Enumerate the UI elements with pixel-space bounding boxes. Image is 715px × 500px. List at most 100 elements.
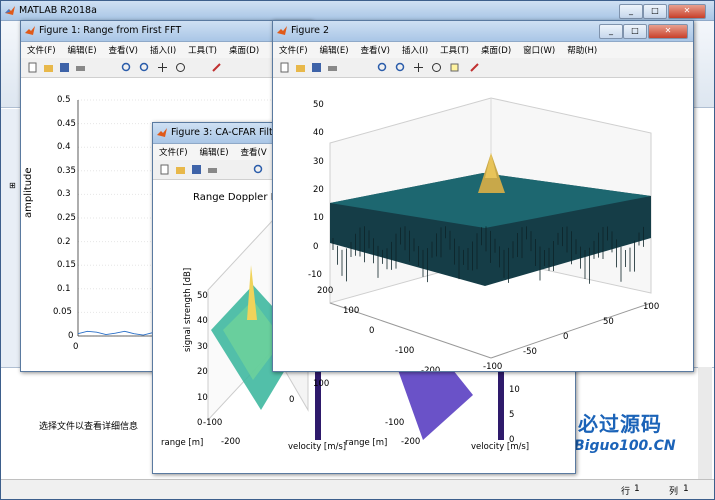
figure3-ytick: -200 (221, 437, 241, 447)
open-folder-icon[interactable] (43, 62, 54, 73)
figure2-minimize-button[interactable]: _ (599, 24, 623, 39)
figure2-ztick: 10 (313, 213, 324, 224)
figure2-close-button[interactable]: ✕ (648, 24, 688, 39)
figure3-ztick: 30 (197, 341, 208, 352)
new-file-icon[interactable] (27, 62, 38, 73)
close-button[interactable]: ✕ (668, 4, 706, 19)
figure2-toolbar (273, 59, 693, 78)
figure2-plot-area: -10 0 10 20 30 40 50 200 100 0 -100 -200 -100 -50 0 5… (273, 78, 693, 371)
new-file-icon[interactable] (159, 164, 170, 175)
figure1-ytick: 0.3 (57, 189, 71, 200)
figure1-title-bar: Figure 1: Range from First FFT (21, 21, 311, 42)
figure1-title: Figure 1: Range from First FFT (39, 25, 182, 36)
matlab-logo-icon (5, 6, 15, 15)
figure1-ytick: 0.5 (57, 95, 71, 105)
new-file-icon[interactable] (279, 62, 290, 73)
rotate-3d-icon[interactable] (175, 62, 186, 73)
figure2-xtick: 0 (563, 332, 569, 342)
menu-file[interactable]: 文件(F) (273, 42, 314, 56)
figure1-menubar: 文件(F) 编辑(E) 查看(V) 插入(I) 工具(T) 桌面(D) (21, 42, 311, 58)
minimize-button[interactable]: _ (619, 4, 643, 19)
figure2-ytick: 200 (317, 286, 334, 296)
figure3-colorbar-2 (498, 370, 504, 440)
zoom-in-icon[interactable] (121, 62, 132, 73)
open-folder-icon[interactable] (175, 164, 186, 175)
figure2-title: Figure 2 (291, 25, 330, 36)
figure2-window: Figure 2 _ □ ✕ 文件(F) 编辑(E) 查看(V) 插入(I) 工具(T)… (272, 20, 694, 372)
figure1-ytick: 0.35 (57, 165, 76, 176)
figure1-ytick: 0.05 (53, 307, 72, 318)
figure2-ztick: 40 (313, 128, 324, 139)
menu-view[interactable]: 查看(V) (355, 42, 396, 56)
brush-icon[interactable] (211, 62, 222, 73)
menu-help[interactable]: 帮助(H) (561, 42, 603, 56)
menu-file[interactable]: 文件(F) (153, 144, 194, 158)
figure3-panel2-shape (398, 370, 473, 440)
figure3-xtick: 100 (313, 379, 330, 389)
figure1-xtick: 0 (73, 342, 79, 352)
figure3-ytick: -200 (401, 437, 421, 447)
status-col-label: 列 (669, 487, 679, 497)
matlab-logo-icon (25, 26, 35, 35)
menu-desktop[interactable]: 桌面(D) (223, 42, 265, 56)
figure2-surface (329, 97, 652, 359)
print-icon[interactable] (75, 62, 86, 73)
open-folder-icon[interactable] (295, 62, 306, 73)
zoom-in-icon[interactable] (377, 62, 388, 73)
status-col-value: 1 (683, 484, 689, 494)
menu-window[interactable]: 窗口(W) (517, 42, 561, 56)
menu-view[interactable]: 查看(V (235, 144, 273, 158)
menu-edit[interactable]: 编辑(E) (62, 42, 103, 56)
pan-icon[interactable] (413, 62, 424, 73)
figure2-ztick: -10 (308, 270, 322, 280)
menu-file[interactable]: 文件(F) (21, 42, 62, 56)
right-scrollbar[interactable] (698, 367, 712, 479)
pan-icon[interactable] (157, 62, 168, 73)
figure3-colorbar-tick: 5 (509, 410, 515, 420)
figure3-ylabel: range [m] (161, 438, 204, 448)
figure3-xlabel-2: velocity [m/s] (471, 442, 530, 452)
figure2-ztick: 20 (313, 185, 324, 195)
figure2-ztick: 30 (313, 156, 324, 167)
details-message: 选择文件以查看详细信息 (39, 422, 139, 432)
figure3-ylabel-2: range [m] (345, 438, 388, 448)
main-title-bar: MATLAB R2018a _ □ ✕ (1, 1, 714, 21)
matlab-logo-icon (277, 26, 287, 35)
figure2-ztick: 50 (313, 100, 324, 110)
menu-insert[interactable]: 插入(I) (144, 42, 182, 56)
figure3-title: Figure 3: CA-CFAR Filte (171, 127, 279, 138)
menu-insert[interactable]: 插入(I) (396, 42, 434, 56)
save-icon[interactable] (59, 62, 70, 73)
figure3-ytick: -100 (385, 418, 405, 428)
zoom-out-icon[interactable] (139, 62, 150, 73)
zoom-out-icon[interactable] (395, 62, 406, 73)
figure3-ztick: 50 (197, 290, 208, 301)
figure3-ztick: 10 (197, 392, 208, 403)
figure3-colorbar-tick: 10 (509, 385, 520, 395)
print-icon[interactable] (327, 62, 338, 73)
status-row-value: 1 (634, 484, 640, 494)
figure1-ytick: 0.2 (57, 236, 71, 247)
figure1-ytick: 0.1 (57, 283, 71, 294)
figure2-ztick: 0 (313, 241, 319, 252)
status-row-label: 行 (621, 487, 631, 497)
menu-tools[interactable]: 工具(T) (182, 42, 223, 56)
menu-tools[interactable]: 工具(T) (434, 42, 475, 56)
rotate-3d-icon[interactable] (431, 62, 442, 73)
zoom-in-icon[interactable] (253, 164, 264, 175)
save-icon[interactable] (311, 62, 322, 73)
print-icon[interactable] (207, 164, 218, 175)
figure1-ytick: 0.15 (57, 260, 76, 271)
data-cursor-icon[interactable] (449, 62, 460, 73)
figure2-xtick: 100 (643, 302, 660, 312)
save-icon[interactable] (191, 164, 202, 175)
menu-desktop[interactable]: 桌面(D) (475, 42, 517, 56)
menu-view[interactable]: 查看(V) (103, 42, 144, 56)
figure2-maximize-button[interactable]: □ (623, 24, 647, 39)
brush-icon[interactable] (469, 62, 480, 73)
figure1-toolbar (21, 59, 311, 78)
menu-edit[interactable]: 编辑(E) (194, 144, 235, 158)
menu-edit[interactable]: 编辑(E) (314, 42, 355, 56)
maximize-button[interactable]: □ (643, 4, 667, 19)
figure3-ztick: 40 (197, 316, 208, 326)
